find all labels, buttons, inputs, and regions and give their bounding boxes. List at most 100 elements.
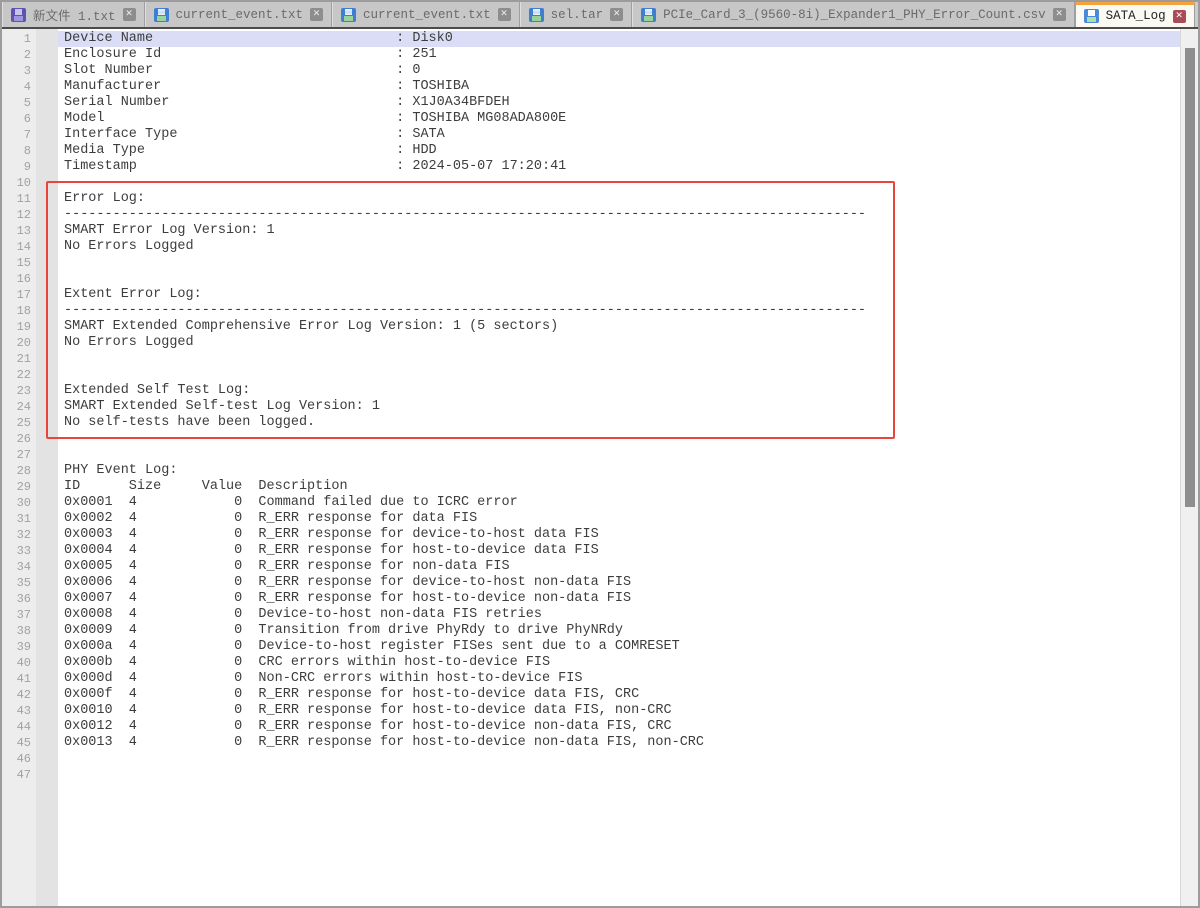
close-icon[interactable]: ✕ bbox=[310, 8, 323, 21]
code-line-14[interactable]: No Errors Logged bbox=[58, 239, 1180, 255]
line-number-2: 2 bbox=[2, 47, 36, 63]
code-line-32[interactable]: 0x0003 4 0 R_ERR response for device-to-… bbox=[58, 527, 1180, 543]
code-line-11[interactable]: Error Log: bbox=[58, 191, 1180, 207]
code-line-39[interactable]: 0x000a 4 0 Device-to-host register FISes… bbox=[58, 639, 1180, 655]
code-line-1[interactable]: Device Name : Disk0 bbox=[58, 31, 1180, 47]
code-line-31[interactable]: 0x0002 4 0 R_ERR response for data FIS bbox=[58, 511, 1180, 527]
tab-sel-tar[interactable]: sel.tar✕ bbox=[520, 2, 633, 27]
code-line-40[interactable]: 0x000b 4 0 CRC errors within host-to-dev… bbox=[58, 655, 1180, 671]
code-line-12[interactable]: ----------------------------------------… bbox=[58, 207, 1180, 223]
floppy-disk-icon bbox=[11, 8, 26, 22]
code-line-24[interactable]: SMART Extended Self-test Log Version: 1 bbox=[58, 399, 1180, 415]
tab-label: PCIe_Card_3_(9560-8i)_Expander1_PHY_Erro… bbox=[663, 8, 1046, 22]
line-number-23: 23 bbox=[2, 383, 36, 399]
floppy-disk-icon bbox=[154, 8, 169, 22]
tab-bar: 新文件 1.txt✕current_event.txt✕current_even… bbox=[2, 2, 1198, 27]
code-line-29[interactable]: ID Size Value Description bbox=[58, 479, 1180, 495]
close-icon[interactable]: ✕ bbox=[1053, 8, 1066, 21]
code-line-36[interactable]: 0x0007 4 0 R_ERR response for host-to-de… bbox=[58, 591, 1180, 607]
text-content[interactable]: Device Name : Disk0Enclosure Id : 251Slo… bbox=[58, 29, 1180, 906]
code-line-27[interactable] bbox=[58, 447, 1180, 463]
code-line-21[interactable] bbox=[58, 351, 1180, 367]
code-line-9[interactable]: Timestamp : 2024-05-07 17:20:41 bbox=[58, 159, 1180, 175]
code-line-10[interactable] bbox=[58, 175, 1180, 191]
line-number-16: 16 bbox=[2, 271, 36, 287]
close-icon[interactable]: ✕ bbox=[610, 8, 623, 21]
code-line-26[interactable] bbox=[58, 431, 1180, 447]
line-number-33: 33 bbox=[2, 543, 36, 559]
code-line-35[interactable]: 0x0006 4 0 R_ERR response for device-to-… bbox=[58, 575, 1180, 591]
vertical-scrollbar[interactable] bbox=[1180, 29, 1198, 906]
code-line-7[interactable]: Interface Type : SATA bbox=[58, 127, 1180, 143]
scrollbar-thumb[interactable] bbox=[1185, 48, 1195, 507]
tab-pcie_card_3_-9560-8i-_expander1_phy_error_count-csv[interactable]: PCIe_Card_3_(9560-8i)_Expander1_PHY_Erro… bbox=[632, 2, 1075, 27]
code-line-30[interactable]: 0x0001 4 0 Command failed due to ICRC er… bbox=[58, 495, 1180, 511]
line-number-34: 34 bbox=[2, 559, 36, 575]
code-line-17[interactable]: Extent Error Log: bbox=[58, 287, 1180, 303]
line-number-19: 19 bbox=[2, 319, 36, 335]
code-line-25[interactable]: No self-tests have been logged. bbox=[58, 415, 1180, 431]
line-number-37: 37 bbox=[2, 607, 36, 623]
line-number-21: 21 bbox=[2, 351, 36, 367]
tab-sata_log[interactable]: SATA_Log ✕ bbox=[1075, 2, 1195, 27]
line-number-26: 26 bbox=[2, 431, 36, 447]
line-number-31: 31 bbox=[2, 511, 36, 527]
close-icon[interactable]: ✕ bbox=[498, 8, 511, 21]
code-line-44[interactable]: 0x0012 4 0 R_ERR response for host-to-de… bbox=[58, 719, 1180, 735]
code-line-43[interactable]: 0x0010 4 0 R_ERR response for host-to-de… bbox=[58, 703, 1180, 719]
line-number-46: 46 bbox=[2, 751, 36, 767]
line-number-gutter[interactable]: 1234567891011121314151617181920212223242… bbox=[2, 29, 36, 906]
code-line-6[interactable]: Model : TOSHIBA MG08ADA800E bbox=[58, 111, 1180, 127]
tab-current_event-txt[interactable]: current_event.txt✕ bbox=[145, 2, 333, 27]
line-number-14: 14 bbox=[2, 239, 36, 255]
code-line-22[interactable] bbox=[58, 367, 1180, 383]
code-line-13[interactable]: SMART Error Log Version: 1 bbox=[58, 223, 1180, 239]
code-line-20[interactable]: No Errors Logged bbox=[58, 335, 1180, 351]
line-number-24: 24 bbox=[2, 399, 36, 415]
code-line-42[interactable]: 0x000f 4 0 R_ERR response for host-to-de… bbox=[58, 687, 1180, 703]
code-line-4[interactable]: Manufacturer : TOSHIBA bbox=[58, 79, 1180, 95]
line-number-47: 47 bbox=[2, 767, 36, 783]
line-number-29: 29 bbox=[2, 479, 36, 495]
line-number-36: 36 bbox=[2, 591, 36, 607]
line-number-6: 6 bbox=[2, 111, 36, 127]
line-number-5: 5 bbox=[2, 95, 36, 111]
code-line-37[interactable]: 0x0008 4 0 Device-to-host non-data FIS r… bbox=[58, 607, 1180, 623]
code-line-38[interactable]: 0x0009 4 0 Transition from drive PhyRdy … bbox=[58, 623, 1180, 639]
code-line-16[interactable] bbox=[58, 271, 1180, 287]
tab-1-txt[interactable]: 新文件 1.txt✕ bbox=[2, 2, 145, 27]
floppy-disk-icon bbox=[1084, 9, 1099, 23]
tab-label: SATA_Log bbox=[1106, 9, 1166, 23]
line-number-38: 38 bbox=[2, 623, 36, 639]
fold-margin bbox=[36, 29, 58, 906]
code-line-8[interactable]: Media Type : HDD bbox=[58, 143, 1180, 159]
line-number-20: 20 bbox=[2, 335, 36, 351]
code-line-41[interactable]: 0x000d 4 0 Non-CRC errors within host-to… bbox=[58, 671, 1180, 687]
editor-window: 新文件 1.txt✕current_event.txt✕current_even… bbox=[0, 0, 1200, 908]
line-number-27: 27 bbox=[2, 447, 36, 463]
code-line-2[interactable]: Enclosure Id : 251 bbox=[58, 47, 1180, 63]
code-line-28[interactable]: PHY Event Log: bbox=[58, 463, 1180, 479]
line-number-7: 7 bbox=[2, 127, 36, 143]
line-number-10: 10 bbox=[2, 175, 36, 191]
line-number-25: 25 bbox=[2, 415, 36, 431]
code-line-5[interactable]: Serial Number : X1J0A34BFDEH bbox=[58, 95, 1180, 111]
code-line-45[interactable]: 0x0013 4 0 R_ERR response for host-to-de… bbox=[58, 735, 1180, 751]
line-number-30: 30 bbox=[2, 495, 36, 511]
close-icon[interactable]: ✕ bbox=[1173, 10, 1186, 23]
code-line-15[interactable] bbox=[58, 255, 1180, 271]
code-line-46[interactable] bbox=[58, 751, 1180, 767]
code-line-18[interactable]: ----------------------------------------… bbox=[58, 303, 1180, 319]
line-number-4: 4 bbox=[2, 79, 36, 95]
line-number-18: 18 bbox=[2, 303, 36, 319]
code-line-34[interactable]: 0x0005 4 0 R_ERR response for non-data F… bbox=[58, 559, 1180, 575]
code-line-33[interactable]: 0x0004 4 0 R_ERR response for host-to-de… bbox=[58, 543, 1180, 559]
code-line-47[interactable] bbox=[58, 767, 1180, 783]
code-line-23[interactable]: Extended Self Test Log: bbox=[58, 383, 1180, 399]
tab-current_event-txt[interactable]: current_event.txt✕ bbox=[332, 2, 520, 27]
code-line-19[interactable]: SMART Extended Comprehensive Error Log V… bbox=[58, 319, 1180, 335]
line-number-28: 28 bbox=[2, 463, 36, 479]
code-line-3[interactable]: Slot Number : 0 bbox=[58, 63, 1180, 79]
close-icon[interactable]: ✕ bbox=[123, 8, 136, 21]
line-number-12: 12 bbox=[2, 207, 36, 223]
